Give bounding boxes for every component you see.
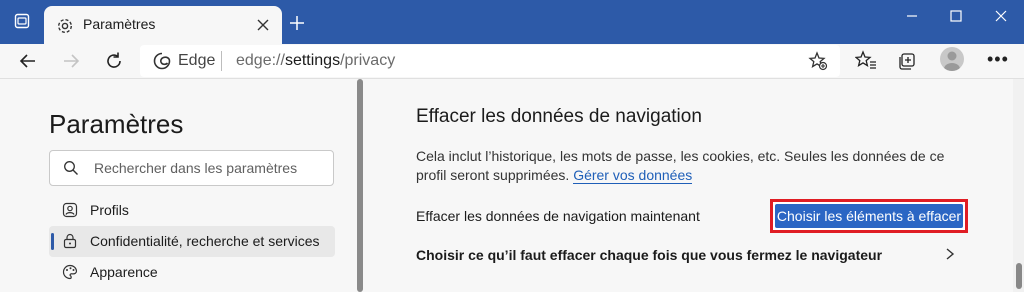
settings-search-input[interactable]: Rechercher dans les paramètres: [49, 150, 334, 186]
url-host: settings: [284, 52, 341, 69]
section-title: Effacer les données de navigation: [416, 106, 702, 127]
title-bar: Paramètres: [0, 0, 1024, 44]
page-scrollbar-thumb[interactable]: [1016, 263, 1022, 289]
clear-now-label: Effacer les données de navigation mainte…: [416, 208, 700, 224]
profile-avatar[interactable]: [940, 47, 964, 71]
active-indicator: [51, 233, 54, 250]
close-tab-icon[interactable]: [256, 18, 270, 32]
lock-icon: [63, 233, 77, 249]
address-url: edge://settings/privacy: [236, 52, 395, 70]
manage-data-link[interactable]: Gérer vos données: [573, 167, 693, 184]
gear-icon: [57, 18, 73, 34]
sidebar-item-privacy[interactable]: Confidentialité, recherche et services: [49, 226, 335, 257]
favorites-icon[interactable]: [855, 49, 877, 71]
back-icon[interactable]: [17, 50, 39, 72]
tab-title: Paramètres: [83, 16, 156, 32]
tab-actions-icon[interactable]: [14, 13, 30, 29]
search-placeholder: Rechercher dans les paramètres: [94, 160, 298, 176]
page-scrollbar[interactable]: [1013, 79, 1024, 292]
sidebar-item-profils[interactable]: Profils: [49, 195, 335, 226]
maximize-icon[interactable]: [948, 8, 964, 24]
sidebar-item-apparence[interactable]: Apparence: [49, 257, 335, 288]
choose-items-button[interactable]: Choisir les éléments à effacer: [775, 204, 963, 228]
chevron-right-icon[interactable]: [943, 247, 957, 261]
new-tab-icon[interactable]: [289, 15, 305, 31]
search-icon: [64, 161, 78, 175]
more-options-icon[interactable]: •••: [987, 49, 1009, 70]
url-path: /privacy: [340, 52, 396, 69]
refresh-icon[interactable]: [103, 50, 125, 72]
collections-icon[interactable]: [897, 49, 919, 71]
add-favorite-icon[interactable]: [808, 51, 828, 71]
forward-icon[interactable]: [60, 50, 82, 72]
section-description: Cela inclut l’historique, les mots de pa…: [416, 147, 976, 185]
address-bar[interactable]: Edge edge://settings/privacy: [140, 45, 840, 77]
edge-logo-icon: [153, 52, 171, 70]
settings-content: Paramètres Rechercher dans les paramètre…: [0, 79, 1024, 292]
tab-settings[interactable]: Paramètres: [44, 6, 282, 44]
sidebar-item-label: Apparence: [90, 264, 158, 280]
address-brand: Edge: [178, 52, 216, 69]
avatar-icon: [944, 51, 960, 71]
sidebar-item-label: Confidentialité, recherche et services: [90, 233, 320, 249]
sidebar-scrollbar[interactable]: [357, 79, 363, 292]
clear-on-close-label[interactable]: Choisir ce qu’il faut effacer chaque foi…: [416, 247, 882, 263]
settings-title: Paramètres: [49, 109, 184, 139]
close-window-icon[interactable]: [993, 8, 1009, 24]
url-prefix: edge://: [236, 52, 285, 69]
palette-icon: [62, 264, 78, 280]
profile-icon: [62, 202, 78, 218]
address-separator: [221, 51, 222, 71]
choose-items-highlight: Choisir les éléments à effacer: [770, 199, 968, 233]
sidebar-item-label: Profils: [90, 202, 129, 218]
minimize-icon[interactable]: [904, 8, 920, 24]
